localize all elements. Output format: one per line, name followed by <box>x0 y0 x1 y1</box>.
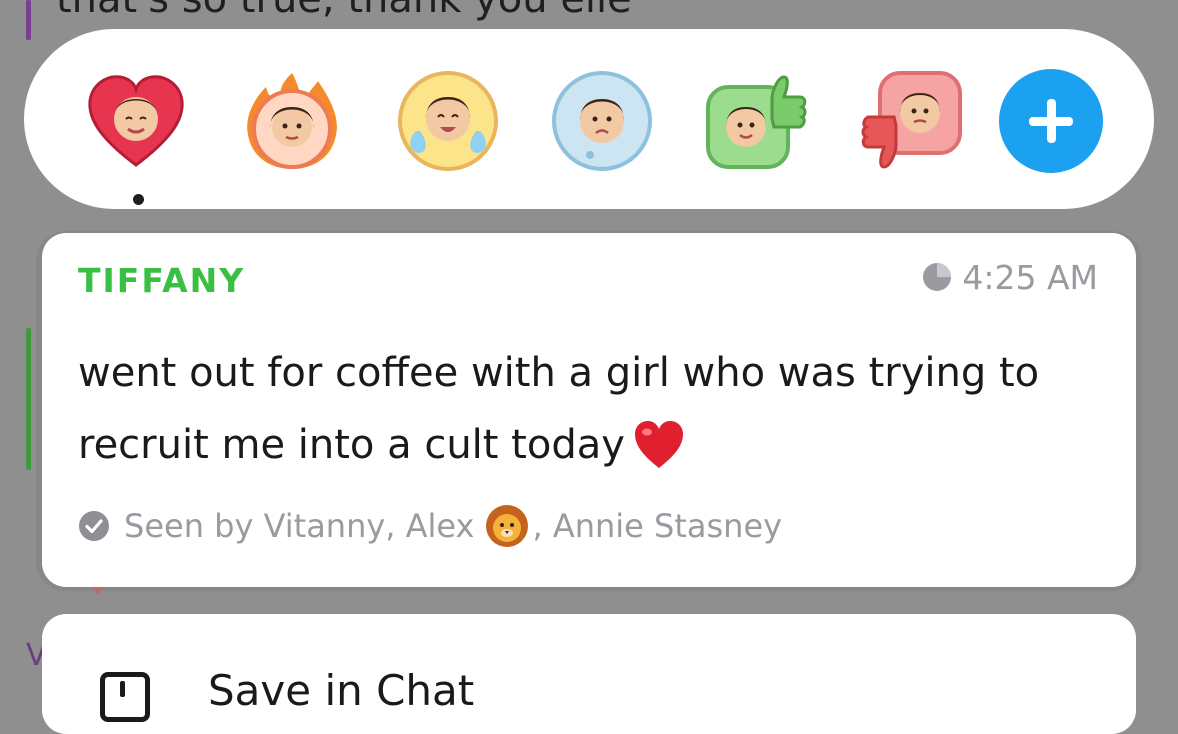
fire-bitmoji-icon[interactable] <box>240 69 344 173</box>
sender-name: TIFFANY <box>78 261 246 300</box>
timestamp: 4:25 AM <box>922 257 1098 297</box>
selected-indicator <box>133 194 144 205</box>
heart-bitmoji-icon[interactable] <box>84 69 188 173</box>
previous-message-text: that's so true, thank you elle <box>56 0 632 22</box>
seen-by: Seen by Vitanny, Alex , Annie Stasney <box>78 503 782 549</box>
add-reaction-button[interactable] <box>999 69 1103 173</box>
save-icon[interactable] <box>100 672 150 722</box>
action-sheet: Save in Chat <box>42 614 1136 734</box>
save-in-chat-button[interactable]: Save in Chat <box>208 666 474 715</box>
message-body: went out for coffee with a girl who was … <box>78 350 1040 468</box>
chat-sender-bar-green <box>26 328 31 470</box>
seen-by-names: Seen by Vitanny, Alex <box>124 507 475 545</box>
message-card: TIFFANY 4:25 AM went out for coffee with… <box>42 233 1136 587</box>
seen-by-names-rest: , Annie Stasney <box>532 507 783 545</box>
red-heart-icon <box>634 421 683 468</box>
check-circle-icon <box>79 511 109 541</box>
lion-face-icon <box>486 505 529 547</box>
message-text: went out for coffee with a girl who was … <box>78 337 1058 481</box>
chat-sender-bar <box>26 0 31 40</box>
thumbs-down-bitmoji-icon[interactable] <box>860 69 964 173</box>
timestamp-text: 4:25 AM <box>962 257 1098 297</box>
sad-bitmoji-icon[interactable] <box>550 69 654 173</box>
clock-icon <box>923 263 952 291</box>
reaction-bar <box>24 29 1154 209</box>
thumbs-up-bitmoji-icon[interactable] <box>704 69 808 173</box>
laughing-tears-bitmoji-icon[interactable] <box>396 69 500 173</box>
